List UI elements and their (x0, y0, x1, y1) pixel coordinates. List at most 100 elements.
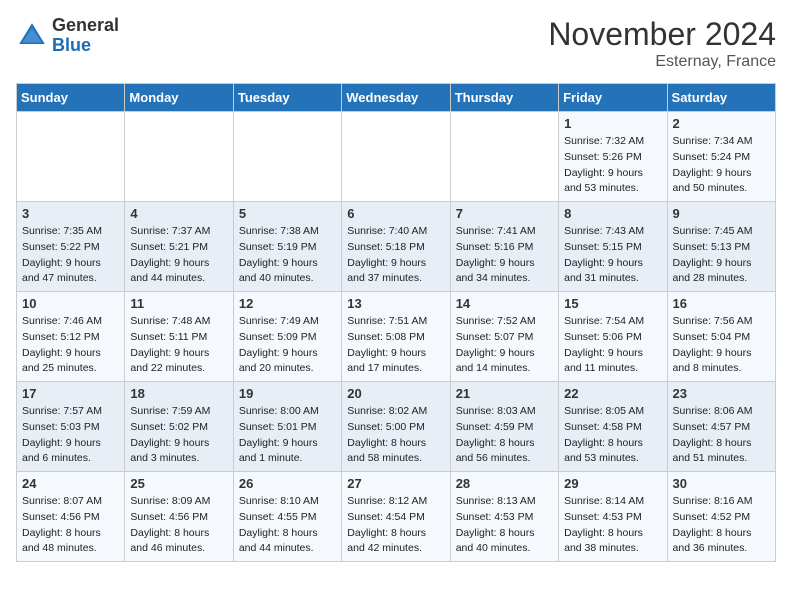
day-number: 23 (673, 386, 770, 401)
day-info: Sunrise: 7:59 AM Sunset: 5:02 PM Dayligh… (130, 404, 227, 467)
calendar-cell: 2Sunrise: 7:34 AM Sunset: 5:24 PM Daylig… (667, 112, 775, 202)
day-info: Sunrise: 7:32 AM Sunset: 5:26 PM Dayligh… (564, 134, 661, 197)
day-info: Sunrise: 7:35 AM Sunset: 5:22 PM Dayligh… (22, 224, 119, 287)
day-number: 9 (673, 206, 770, 221)
day-number: 12 (239, 296, 336, 311)
calendar-cell: 9 Sunrise: 7:45 AM Sunset: 5:13 PM Daylig… (667, 202, 775, 292)
calendar-cell: 28 Sunrise: 8:13 AM Sunset: 4:53 PM Dayli… (450, 472, 558, 562)
day-number: 6 (347, 206, 444, 221)
day-info: Sunrise: 8:10 AM Sunset: 4:55 PM Dayligh… (239, 494, 336, 557)
day-number: 29 (564, 476, 661, 491)
month-title: November 2024 (548, 16, 776, 53)
calendar-body: 1 Sunrise: 7:32 AM Sunset: 5:26 PM Daylig… (17, 112, 776, 562)
day-number: 5 (239, 206, 336, 221)
day-number: 7 (456, 206, 553, 221)
day-info: Sunrise: 7:54 AM Sunset: 5:06 PM Dayligh… (564, 314, 661, 377)
day-number: 1 (564, 116, 661, 131)
day-info: Sunrise: 8:12 AM Sunset: 4:54 PM Dayligh… (347, 494, 444, 557)
calendar-cell: 30 Sunrise: 8:16 AM Sunset: 4:52 PM Dayli… (667, 472, 775, 562)
calendar-week: 3 Sunrise: 7:35 AM Sunset: 5:22 PM Daylig… (17, 202, 776, 292)
calendar-week: 17Sunrise: 7:57 AM Sunset: 5:03 PM Dayli… (17, 382, 776, 472)
day-info: Sunrise: 7:52 AM Sunset: 5:07 PM Dayligh… (456, 314, 553, 377)
calendar-cell: 6 Sunrise: 7:40 AM Sunset: 5:18 PM Daylig… (342, 202, 450, 292)
calendar-cell (342, 112, 450, 202)
calendar-cell: 25 Sunrise: 8:09 AM Sunset: 4:56 PM Dayli… (125, 472, 233, 562)
calendar-cell: 3 Sunrise: 7:35 AM Sunset: 5:22 PM Daylig… (17, 202, 125, 292)
calendar-cell (17, 112, 125, 202)
day-number: 26 (239, 476, 336, 491)
calendar-cell: 21Sunrise: 8:03 AM Sunset: 4:59 PM Dayli… (450, 382, 558, 472)
calendar-cell: 24 Sunrise: 8:07 AM Sunset: 4:56 PM Dayli… (17, 472, 125, 562)
calendar-cell (125, 112, 233, 202)
logo-icon (16, 20, 48, 52)
calendar-cell: 1 Sunrise: 7:32 AM Sunset: 5:26 PM Daylig… (559, 112, 667, 202)
day-info: Sunrise: 8:14 AM Sunset: 4:53 PM Dayligh… (564, 494, 661, 557)
calendar-cell: 23 Sunrise: 8:06 AM Sunset: 4:57 PM Dayli… (667, 382, 775, 472)
day-info: Sunrise: 7:38 AM Sunset: 5:19 PM Dayligh… (239, 224, 336, 287)
calendar-cell: 16Sunrise: 7:56 AM Sunset: 5:04 PM Dayli… (667, 292, 775, 382)
day-info: Sunrise: 8:16 AM Sunset: 4:52 PM Dayligh… (673, 494, 770, 557)
day-info: Sunrise: 7:40 AM Sunset: 5:18 PM Dayligh… (347, 224, 444, 287)
location: Esternay, France (548, 53, 776, 71)
logo-text: General Blue (52, 16, 119, 56)
day-info: Sunrise: 7:46 AM Sunset: 5:12 PM Dayligh… (22, 314, 119, 377)
calendar-cell: 26 Sunrise: 8:10 AM Sunset: 4:55 PM Dayli… (233, 472, 341, 562)
day-number: 10 (22, 296, 119, 311)
calendar-cell: 13Sunrise: 7:51 AM Sunset: 5:08 PM Dayli… (342, 292, 450, 382)
day-info: Sunrise: 8:06 AM Sunset: 4:57 PM Dayligh… (673, 404, 770, 467)
day-number: 8 (564, 206, 661, 221)
calendar-cell (233, 112, 341, 202)
day-number: 24 (22, 476, 119, 491)
day-info: Sunrise: 8:09 AM Sunset: 4:56 PM Dayligh… (130, 494, 227, 557)
day-number: 28 (456, 476, 553, 491)
day-info: Sunrise: 8:05 AM Sunset: 4:58 PM Dayligh… (564, 404, 661, 467)
day-info: Sunrise: 7:43 AM Sunset: 5:15 PM Dayligh… (564, 224, 661, 287)
calendar-week: 10 Sunrise: 7:46 AM Sunset: 5:12 PM Dayli… (17, 292, 776, 382)
day-info: Sunrise: 8:02 AM Sunset: 5:00 PM Dayligh… (347, 404, 444, 467)
calendar-cell: 22 Sunrise: 8:05 AM Sunset: 4:58 PM Dayli… (559, 382, 667, 472)
calendar-cell: 18 Sunrise: 7:59 AM Sunset: 5:02 PM Dayli… (125, 382, 233, 472)
day-number: 2 (673, 116, 770, 131)
weekday-header: Friday (559, 84, 667, 112)
calendar-cell: 8 Sunrise: 7:43 AM Sunset: 5:15 PM Daylig… (559, 202, 667, 292)
calendar-week: 1 Sunrise: 7:32 AM Sunset: 5:26 PM Daylig… (17, 112, 776, 202)
day-number: 25 (130, 476, 227, 491)
calendar-cell: 20Sunrise: 8:02 AM Sunset: 5:00 PM Dayli… (342, 382, 450, 472)
calendar-header: SundayMondayTuesdayWednesdayThursdayFrid… (17, 84, 776, 112)
calendar-cell: 10 Sunrise: 7:46 AM Sunset: 5:12 PM Dayli… (17, 292, 125, 382)
weekday-row: SundayMondayTuesdayWednesdayThursdayFrid… (17, 84, 776, 112)
day-info: Sunrise: 7:45 AM Sunset: 5:13 PM Dayligh… (673, 224, 770, 287)
day-number: 13 (347, 296, 444, 311)
day-number: 3 (22, 206, 119, 221)
day-number: 4 (130, 206, 227, 221)
calendar-cell: 27 Sunrise: 8:12 AM Sunset: 4:54 PM Dayli… (342, 472, 450, 562)
calendar-cell: 12 Sunrise: 7:49 AM Sunset: 5:09 PM Dayli… (233, 292, 341, 382)
day-number: 19 (239, 386, 336, 401)
day-info: Sunrise: 7:49 AM Sunset: 5:09 PM Dayligh… (239, 314, 336, 377)
day-info: Sunrise: 8:13 AM Sunset: 4:53 PM Dayligh… (456, 494, 553, 557)
weekday-header: Sunday (17, 84, 125, 112)
day-number: 18 (130, 386, 227, 401)
day-info: Sunrise: 8:07 AM Sunset: 4:56 PM Dayligh… (22, 494, 119, 557)
day-info: Sunrise: 7:37 AM Sunset: 5:21 PM Dayligh… (130, 224, 227, 287)
calendar-cell: 11 Sunrise: 7:48 AM Sunset: 5:11 PM Dayli… (125, 292, 233, 382)
weekday-header: Saturday (667, 84, 775, 112)
calendar-cell: 19Sunrise: 8:00 AM Sunset: 5:01 PM Dayli… (233, 382, 341, 472)
calendar-week: 24 Sunrise: 8:07 AM Sunset: 4:56 PM Dayli… (17, 472, 776, 562)
calendar-cell: 5 Sunrise: 7:38 AM Sunset: 5:19 PM Daylig… (233, 202, 341, 292)
day-number: 27 (347, 476, 444, 491)
day-number: 22 (564, 386, 661, 401)
calendar-cell: 17Sunrise: 7:57 AM Sunset: 5:03 PM Dayli… (17, 382, 125, 472)
day-number: 21 (456, 386, 553, 401)
weekday-header: Monday (125, 84, 233, 112)
day-info: Sunrise: 7:48 AM Sunset: 5:11 PM Dayligh… (130, 314, 227, 377)
calendar-table: SundayMondayTuesdayWednesdayThursdayFrid… (16, 83, 776, 562)
weekday-header: Wednesday (342, 84, 450, 112)
calendar-cell: 7 Sunrise: 7:41 AM Sunset: 5:16 PM Daylig… (450, 202, 558, 292)
day-info: Sunrise: 7:41 AM Sunset: 5:16 PM Dayligh… (456, 224, 553, 287)
calendar-cell: 14 Sunrise: 7:52 AM Sunset: 5:07 PM Dayli… (450, 292, 558, 382)
day-number: 14 (456, 296, 553, 311)
day-number: 30 (673, 476, 770, 491)
day-number: 11 (130, 296, 227, 311)
calendar-cell: 29 Sunrise: 8:14 AM Sunset: 4:53 PM Dayli… (559, 472, 667, 562)
